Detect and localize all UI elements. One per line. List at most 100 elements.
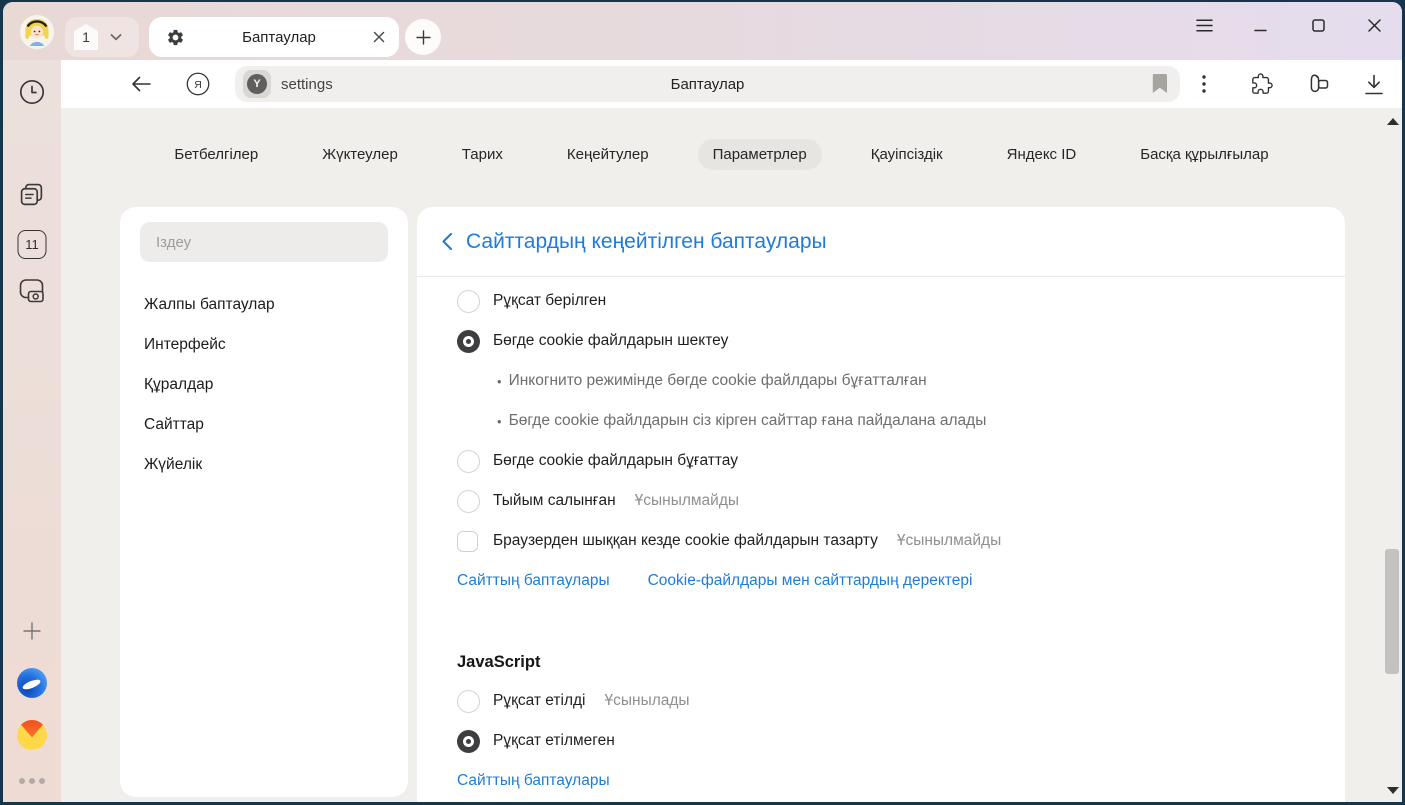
- scrollbar-thumb[interactable]: [1385, 549, 1399, 674]
- window-minimize-button[interactable]: [1248, 13, 1272, 37]
- option-hint: Ұсынылады: [605, 692, 690, 710]
- tab-close-icon[interactable]: [373, 31, 385, 43]
- panel-header: Сайттардың кеңейтілген баптаулары: [417, 207, 1345, 277]
- close-icon: [1368, 19, 1381, 32]
- radio-option-allowed[interactable]: Рұқсат берілген: [457, 281, 606, 321]
- settings-nav-tabs: Бетбелгілер Жүктеулер Тарих Кеңейтулер П…: [61, 136, 1382, 172]
- notes-button[interactable]: [19, 182, 45, 208]
- checkbox-clear-cookies-on-exit[interactable]: Браузерден шыққан кезде cookie файлдарын…: [457, 521, 1001, 561]
- toolbar-more-button[interactable]: [1192, 72, 1216, 96]
- checkbox-icon[interactable]: [457, 531, 478, 552]
- option-hint: Ұсынылмайды: [635, 492, 739, 510]
- option-label: Бөгде cookie файлдарын шектеу: [493, 332, 728, 350]
- page-title: Сайттардың кеңейтілген баптаулары: [466, 230, 827, 254]
- clock-icon: [18, 78, 46, 106]
- tab-bookmarks[interactable]: Бетбелгілер: [159, 139, 273, 170]
- scrollbar[interactable]: [1383, 108, 1402, 802]
- tab-group-button[interactable]: 1: [65, 17, 139, 57]
- sidebar-item-system[interactable]: Жүйелік: [144, 445, 202, 485]
- yandex-home-button[interactable]: Я: [186, 72, 210, 96]
- browser-window: 1 Баптаулар: [3, 2, 1402, 802]
- tab-other-devices[interactable]: Басқа құрылғылар: [1125, 139, 1283, 170]
- tab-history[interactable]: Тарих: [447, 139, 518, 170]
- tab-yandex-id[interactable]: Яндекс ID: [992, 139, 1092, 170]
- radio-option-js-blocked[interactable]: Рұқсат етілмеген: [457, 721, 615, 761]
- back-chevron-icon[interactable]: [441, 232, 453, 251]
- window-close-button[interactable]: [1362, 13, 1386, 37]
- maximize-icon: [1312, 19, 1325, 32]
- scroll-up-icon[interactable]: [1387, 118, 1399, 125]
- bookmark-icon[interactable]: [1152, 73, 1168, 94]
- tab-security[interactable]: Қауіпсіздік: [856, 139, 958, 170]
- tab-extensions[interactable]: Кеңейтулер: [552, 139, 664, 170]
- rail-add-button[interactable]: [23, 622, 41, 640]
- tabs-counter-button[interactable]: 11: [18, 230, 47, 259]
- radio-option-block-third-party[interactable]: Бөгде cookie файлдарын бұғаттау: [457, 441, 738, 481]
- option-detail: Бөгде cookie файлдарын сіз кірген сайтта…: [497, 401, 986, 441]
- collections-button[interactable]: [1306, 72, 1330, 96]
- history-button[interactable]: [18, 78, 46, 106]
- plus-icon: [416, 30, 431, 45]
- radio-icon[interactable]: [457, 690, 480, 713]
- toolbar: Я Y settings Баптаулар: [61, 60, 1402, 108]
- radio-icon[interactable]: [457, 490, 480, 513]
- option-label: Рұқсат берілген: [493, 292, 606, 310]
- plus-icon: [23, 622, 41, 640]
- site-settings-link[interactable]: Сайттың баптаулары: [457, 572, 610, 590]
- sidebar-item-tools[interactable]: Құралдар: [144, 365, 213, 405]
- sidebar-item-interface[interactable]: Интерфейс: [144, 325, 226, 365]
- javascript-links: Сайттың баптаулары: [457, 761, 610, 801]
- radio-option-js-allowed[interactable]: Рұқсат етілді Ұсынылады: [457, 681, 690, 721]
- settings-sidebar: Жалпы баптаулар Интерфейс Құралдар Сайтт…: [120, 207, 408, 797]
- window-maximize-button[interactable]: [1306, 13, 1330, 37]
- back-arrow-icon: [131, 76, 151, 92]
- option-label: Браузерден шыққан кезде cookie файлдарын…: [493, 532, 878, 550]
- tab-strip: 1 Баптаулар: [3, 2, 1402, 60]
- javascript-heading: JavaScript: [457, 648, 540, 676]
- kebab-menu-icon: [1202, 75, 1206, 93]
- window-menu-button[interactable]: [1192, 13, 1216, 37]
- yandex-browser-logo-icon: [17, 668, 47, 698]
- browser-tab-settings[interactable]: Баптаулар: [149, 17, 399, 57]
- yandex-mail-logo-icon: [17, 720, 47, 750]
- chevron-down-icon[interactable]: [110, 33, 122, 41]
- radio-icon[interactable]: [457, 290, 480, 313]
- tab-downloads[interactable]: Жүктеулер: [307, 139, 413, 170]
- ellipsis-icon: [19, 778, 45, 784]
- yandex-mail-app-button[interactable]: [17, 720, 47, 750]
- minimize-icon: [1254, 19, 1267, 32]
- hamburger-icon: [1196, 19, 1213, 32]
- option-label: Тыйым салынған: [493, 492, 616, 510]
- radio-selected-icon[interactable]: [457, 330, 480, 353]
- desktop: 1 Баптаулар: [0, 0, 1405, 805]
- option-hint: Ұсынылмайды: [897, 532, 1001, 550]
- search-input[interactable]: [140, 222, 388, 262]
- address-bar[interactable]: Y settings Баптаулар: [235, 66, 1180, 102]
- sidebar-item-sites[interactable]: Сайттар: [144, 405, 204, 445]
- scroll-down-icon[interactable]: [1387, 787, 1399, 794]
- screenshot-button[interactable]: [19, 278, 46, 304]
- rail-more-button[interactable]: [19, 778, 45, 784]
- notes-icon: [19, 182, 45, 208]
- sidebar-item-general[interactable]: Жалпы баптаулар: [144, 285, 275, 325]
- back-button[interactable]: [129, 72, 153, 96]
- yandex-browser-app-button[interactable]: [17, 668, 47, 698]
- extensions-button[interactable]: [1250, 72, 1274, 96]
- radio-option-forbidden[interactable]: Тыйым салынған Ұсынылмайды: [457, 481, 739, 521]
- radio-selected-icon[interactable]: [457, 730, 480, 753]
- downloads-button[interactable]: [1362, 72, 1386, 96]
- tab-counter-badge: 11: [18, 230, 47, 259]
- cookies-site-data-link[interactable]: Cookie-файлдары мен сайттардың деректері: [648, 572, 973, 590]
- new-tab-button[interactable]: [405, 19, 441, 55]
- settings-page: Бетбелгілер Жүктеулер Тарих Кеңейтулер П…: [61, 108, 1402, 802]
- site-settings-link[interactable]: Сайттың баптаулары: [457, 772, 610, 790]
- radio-option-restrict-third-party[interactable]: Бөгде cookie файлдарын шектеу: [457, 321, 728, 361]
- tab-group-count: 1: [74, 24, 98, 50]
- profile-avatar[interactable]: [20, 15, 54, 49]
- tab-settings[interactable]: Параметрлер: [698, 139, 822, 170]
- radio-icon[interactable]: [457, 450, 480, 473]
- address-bar-page-title: Баптаулар: [235, 66, 1180, 102]
- settings-main-panel: Сайттардың кеңейтілген баптаулары Рұқсат…: [417, 207, 1345, 802]
- yandex-logo-icon: Я: [186, 69, 210, 99]
- avatar-girl-icon: [20, 15, 54, 49]
